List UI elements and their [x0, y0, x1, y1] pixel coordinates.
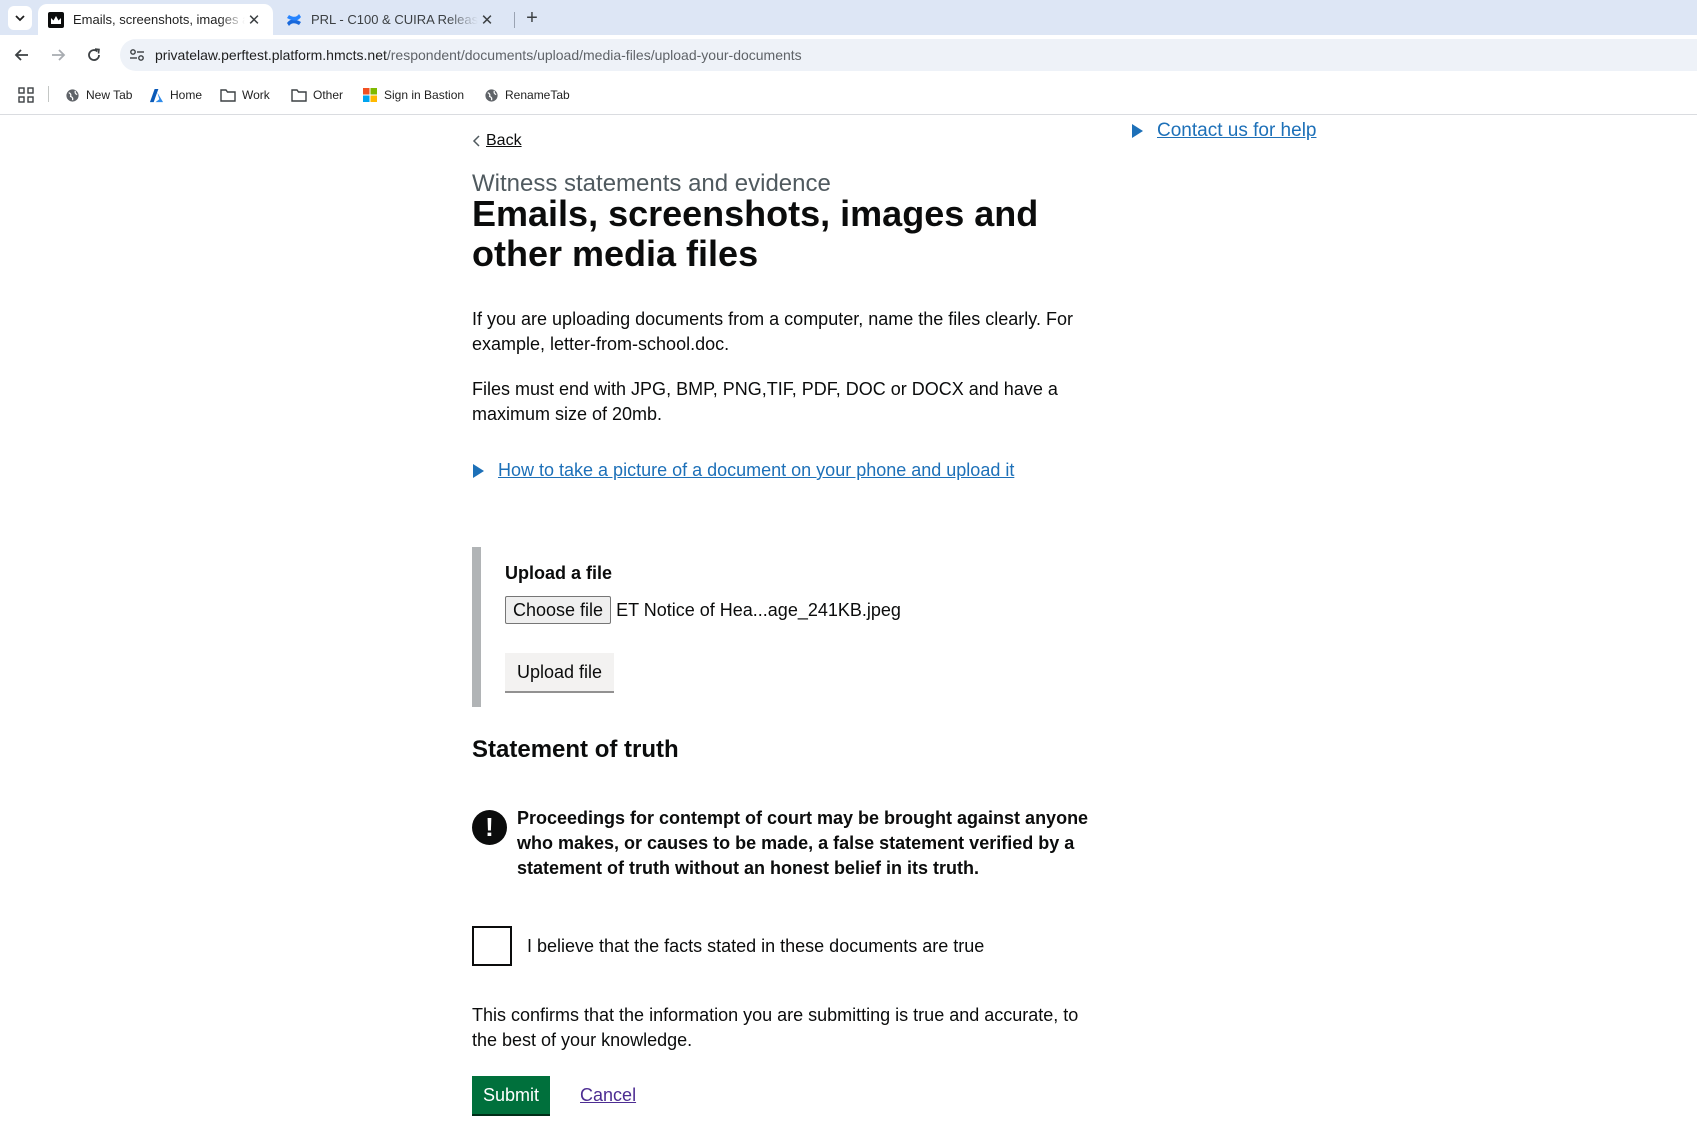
upload-file-button[interactable]: Upload file: [505, 653, 615, 691]
bookmark-other[interactable]: Other: [291, 85, 343, 105]
how-to-photo-link[interactable]: How to take a picture of a document on y…: [498, 460, 1014, 481]
bookmark-label: Other: [313, 88, 344, 102]
tab-search-dropdown[interactable]: [8, 6, 32, 30]
submit-button[interactable]: Submit: [472, 1076, 551, 1114]
azure-icon: [148, 87, 164, 103]
bookmark-home[interactable]: Home: [148, 85, 202, 105]
triangle-right-icon: [473, 463, 484, 478]
exclamation-icon: !: [472, 810, 507, 845]
warning-message: Proceedings for contempt of court may be…: [517, 808, 1089, 878]
forward-arrow-icon[interactable]: [44, 41, 72, 69]
folder-icon: [220, 87, 236, 103]
upload-label: Upload a file: [505, 563, 613, 583]
bookmark-label: RenameTab: [505, 88, 570, 102]
chevron-left-icon: [472, 135, 480, 147]
back-arrow-icon[interactable]: [8, 41, 36, 69]
how-to-photo-details[interactable]: How to take a picture of a document on y…: [472, 460, 1014, 481]
bookmark-label: Work: [242, 88, 270, 102]
statement-of-truth-heading: Statement of truth: [472, 736, 679, 763]
tab-title: PRL - C100 & CUIRA Release (6: [311, 12, 478, 27]
file-input[interactable]: Choose file ET Notice of Hea...age_241KB…: [505, 596, 901, 624]
new-tab-plus-icon[interactable]: +: [520, 6, 544, 30]
url-path: /respondent/documents/upload/media-files…: [386, 47, 802, 63]
choose-file-button[interactable]: Choose file: [505, 596, 612, 624]
contact-us-details[interactable]: Contact us for help: [1131, 120, 1316, 142]
address-bar[interactable]: privatelaw.perftest.platform.hmcts.net/r…: [120, 39, 1697, 71]
back-link[interactable]: Back: [472, 132, 522, 150]
form-actions: Submit Cancel: [472, 1076, 636, 1114]
confluence-icon: [287, 13, 301, 26]
contact-us-link[interactable]: Contact us for help: [1157, 120, 1316, 142]
upload-panel: Upload a file Choose file ET Notice of H…: [472, 547, 1092, 707]
bookmark-work[interactable]: Work: [220, 85, 270, 105]
globe-icon: [483, 87, 499, 103]
url-host: privatelaw.perftest.platform.hmcts.net: [155, 47, 387, 63]
close-tab-icon[interactable]: ✕: [478, 11, 496, 29]
crown-favicon-icon: [48, 11, 64, 28]
tab-emails-screenshots[interactable]: Emails, screenshots, images and other me…: [38, 4, 273, 35]
truth-checkbox-label[interactable]: I believe that the facts stated in these…: [527, 936, 984, 957]
reload-icon[interactable]: [80, 41, 108, 69]
apps-grid-icon[interactable]: [18, 85, 34, 105]
file-format-hint: Files must end with JPG, BMP, PNG,TIF, P…: [472, 379, 1058, 424]
page-title: Emails, screenshots, images and other me…: [472, 193, 1039, 274]
selected-file-name: ET Notice of Hea...age_241KB.jpeg: [616, 599, 901, 620]
site-info-icon[interactable]: [128, 46, 146, 64]
bookmark-new-tab[interactable]: New Tab: [64, 85, 132, 105]
bookmarks-bar: New Tab Home Work Other Sign in Bastion …: [0, 75, 1697, 115]
cancel-link[interactable]: Cancel: [580, 1085, 636, 1106]
bookmark-label: Home: [170, 88, 203, 102]
chevron-down-icon: [15, 15, 25, 22]
bookmark-sign-in-bastion[interactable]: Sign in Bastion: [362, 85, 464, 105]
bookmarks-divider: [48, 86, 49, 102]
page-content: Back Contact us for help Witness stateme…: [0, 116, 1697, 1126]
triangle-right-icon: [1132, 124, 1143, 138]
tab-title: Emails, screenshots, images and other me…: [73, 12, 245, 27]
truth-checkbox-row[interactable]: I believe that the facts stated in these…: [472, 926, 984, 966]
warning-text: ! Proceedings for contempt of court may …: [472, 806, 1112, 881]
file-naming-hint: If you are uploading documents from a co…: [472, 309, 1073, 354]
browser-toolbar: privatelaw.perftest.platform.hmcts.net/r…: [0, 35, 1697, 75]
folder-icon: [291, 87, 307, 103]
bookmark-renametab[interactable]: RenameTab: [483, 85, 570, 105]
globe-icon: [64, 87, 80, 103]
back-link-label: Back: [486, 132, 522, 149]
confirmation-text: This confirms that the information you a…: [472, 1005, 1079, 1050]
bookmark-label: Sign in Bastion: [384, 88, 465, 102]
close-tab-icon[interactable]: ✕: [245, 11, 263, 29]
tab-strip: Emails, screenshots, images and other me…: [0, 0, 1697, 35]
bookmark-label: New Tab: [86, 88, 133, 102]
tab-separator: [514, 12, 515, 28]
microsoft-icon: [362, 87, 378, 103]
tab-prl-release[interactable]: PRL - C100 & CUIRA Release (6 ✕: [276, 4, 506, 35]
truth-checkbox[interactable]: [472, 926, 512, 966]
